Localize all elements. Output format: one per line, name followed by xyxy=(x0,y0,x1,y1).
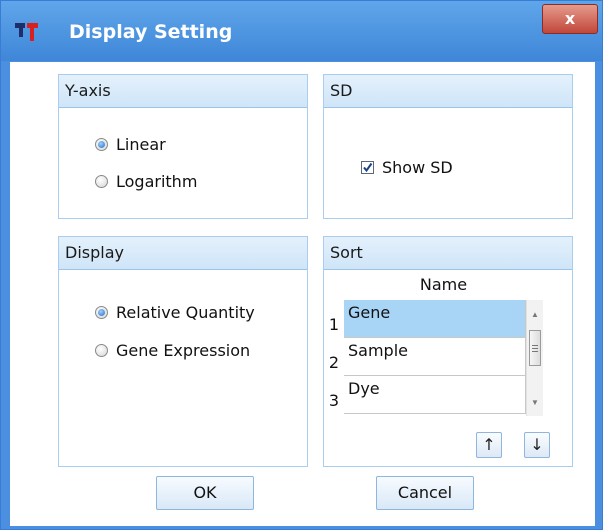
radio-button-selected-icon[interactable] xyxy=(95,306,108,319)
radio-gene-expression[interactable]: Gene Expression xyxy=(95,341,250,360)
vertical-scrollbar[interactable]: ▲ ▼ xyxy=(526,300,543,416)
radio-relative-quantity-label: Relative Quantity xyxy=(116,303,255,322)
dialog-window: Display Setting x Y-axis Linear Logarith… xyxy=(0,0,603,530)
radio-logarithm-label: Logarithm xyxy=(116,172,198,191)
sort-group: Sort Name 1 Gene 2 Sample 3 Dye ▲ ▼ ↑ ↓ xyxy=(323,236,573,467)
ok-button[interactable]: OK xyxy=(156,476,254,510)
scrollbar-thumb[interactable] xyxy=(529,330,541,366)
scroll-down-icon[interactable]: ▼ xyxy=(531,398,539,407)
move-down-button[interactable]: ↓ xyxy=(524,432,550,458)
display-group-header: Display xyxy=(59,237,307,270)
radio-button-selected-icon[interactable] xyxy=(95,138,108,151)
close-button[interactable]: x xyxy=(542,4,598,34)
row-number: 3 xyxy=(328,391,340,410)
cancel-button[interactable]: Cancel xyxy=(376,476,474,510)
sort-grid[interactable]: Name 1 Gene 2 Sample 3 Dye ▲ ▼ xyxy=(324,270,543,416)
radio-logarithm[interactable]: Logarithm xyxy=(95,172,197,191)
radio-button-icon[interactable] xyxy=(95,175,108,188)
move-up-button[interactable]: ↑ xyxy=(476,432,502,458)
radio-linear-label: Linear xyxy=(116,135,166,154)
yaxis-group-header: Y-axis xyxy=(59,75,307,108)
radio-button-icon[interactable] xyxy=(95,344,108,357)
show-sd-checkbox[interactable]: Show SD xyxy=(361,158,453,177)
title-bar[interactable]: Display Setting x xyxy=(1,1,602,61)
window-title: Display Setting xyxy=(69,21,233,43)
display-group: Display Relative Quantity Gene Expressio… xyxy=(58,236,308,467)
yaxis-group: Y-axis Linear Logarithm xyxy=(58,74,308,219)
dialog-body: Y-axis Linear Logarithm SD Show SD Displ… xyxy=(10,62,595,526)
row-number: 2 xyxy=(328,353,340,372)
checkbox-checked-icon[interactable] xyxy=(361,161,374,174)
row-number: 1 xyxy=(328,315,340,334)
list-item[interactable]: Gene xyxy=(344,300,526,338)
column-header-name[interactable]: Name xyxy=(344,270,543,301)
scroll-up-icon[interactable]: ▲ xyxy=(531,310,539,319)
sd-group: SD Show SD xyxy=(323,74,573,219)
radio-gene-expression-label: Gene Expression xyxy=(116,341,251,360)
radio-relative-quantity[interactable]: Relative Quantity xyxy=(95,303,255,322)
list-item[interactable]: Dye xyxy=(344,376,526,414)
sd-group-header: SD xyxy=(324,75,572,108)
radio-linear[interactable]: Linear xyxy=(95,135,166,154)
list-item[interactable]: Sample xyxy=(344,338,526,376)
app-logo-icon xyxy=(15,23,38,41)
sort-group-header: Sort xyxy=(324,237,572,270)
show-sd-label: Show SD xyxy=(382,158,453,177)
